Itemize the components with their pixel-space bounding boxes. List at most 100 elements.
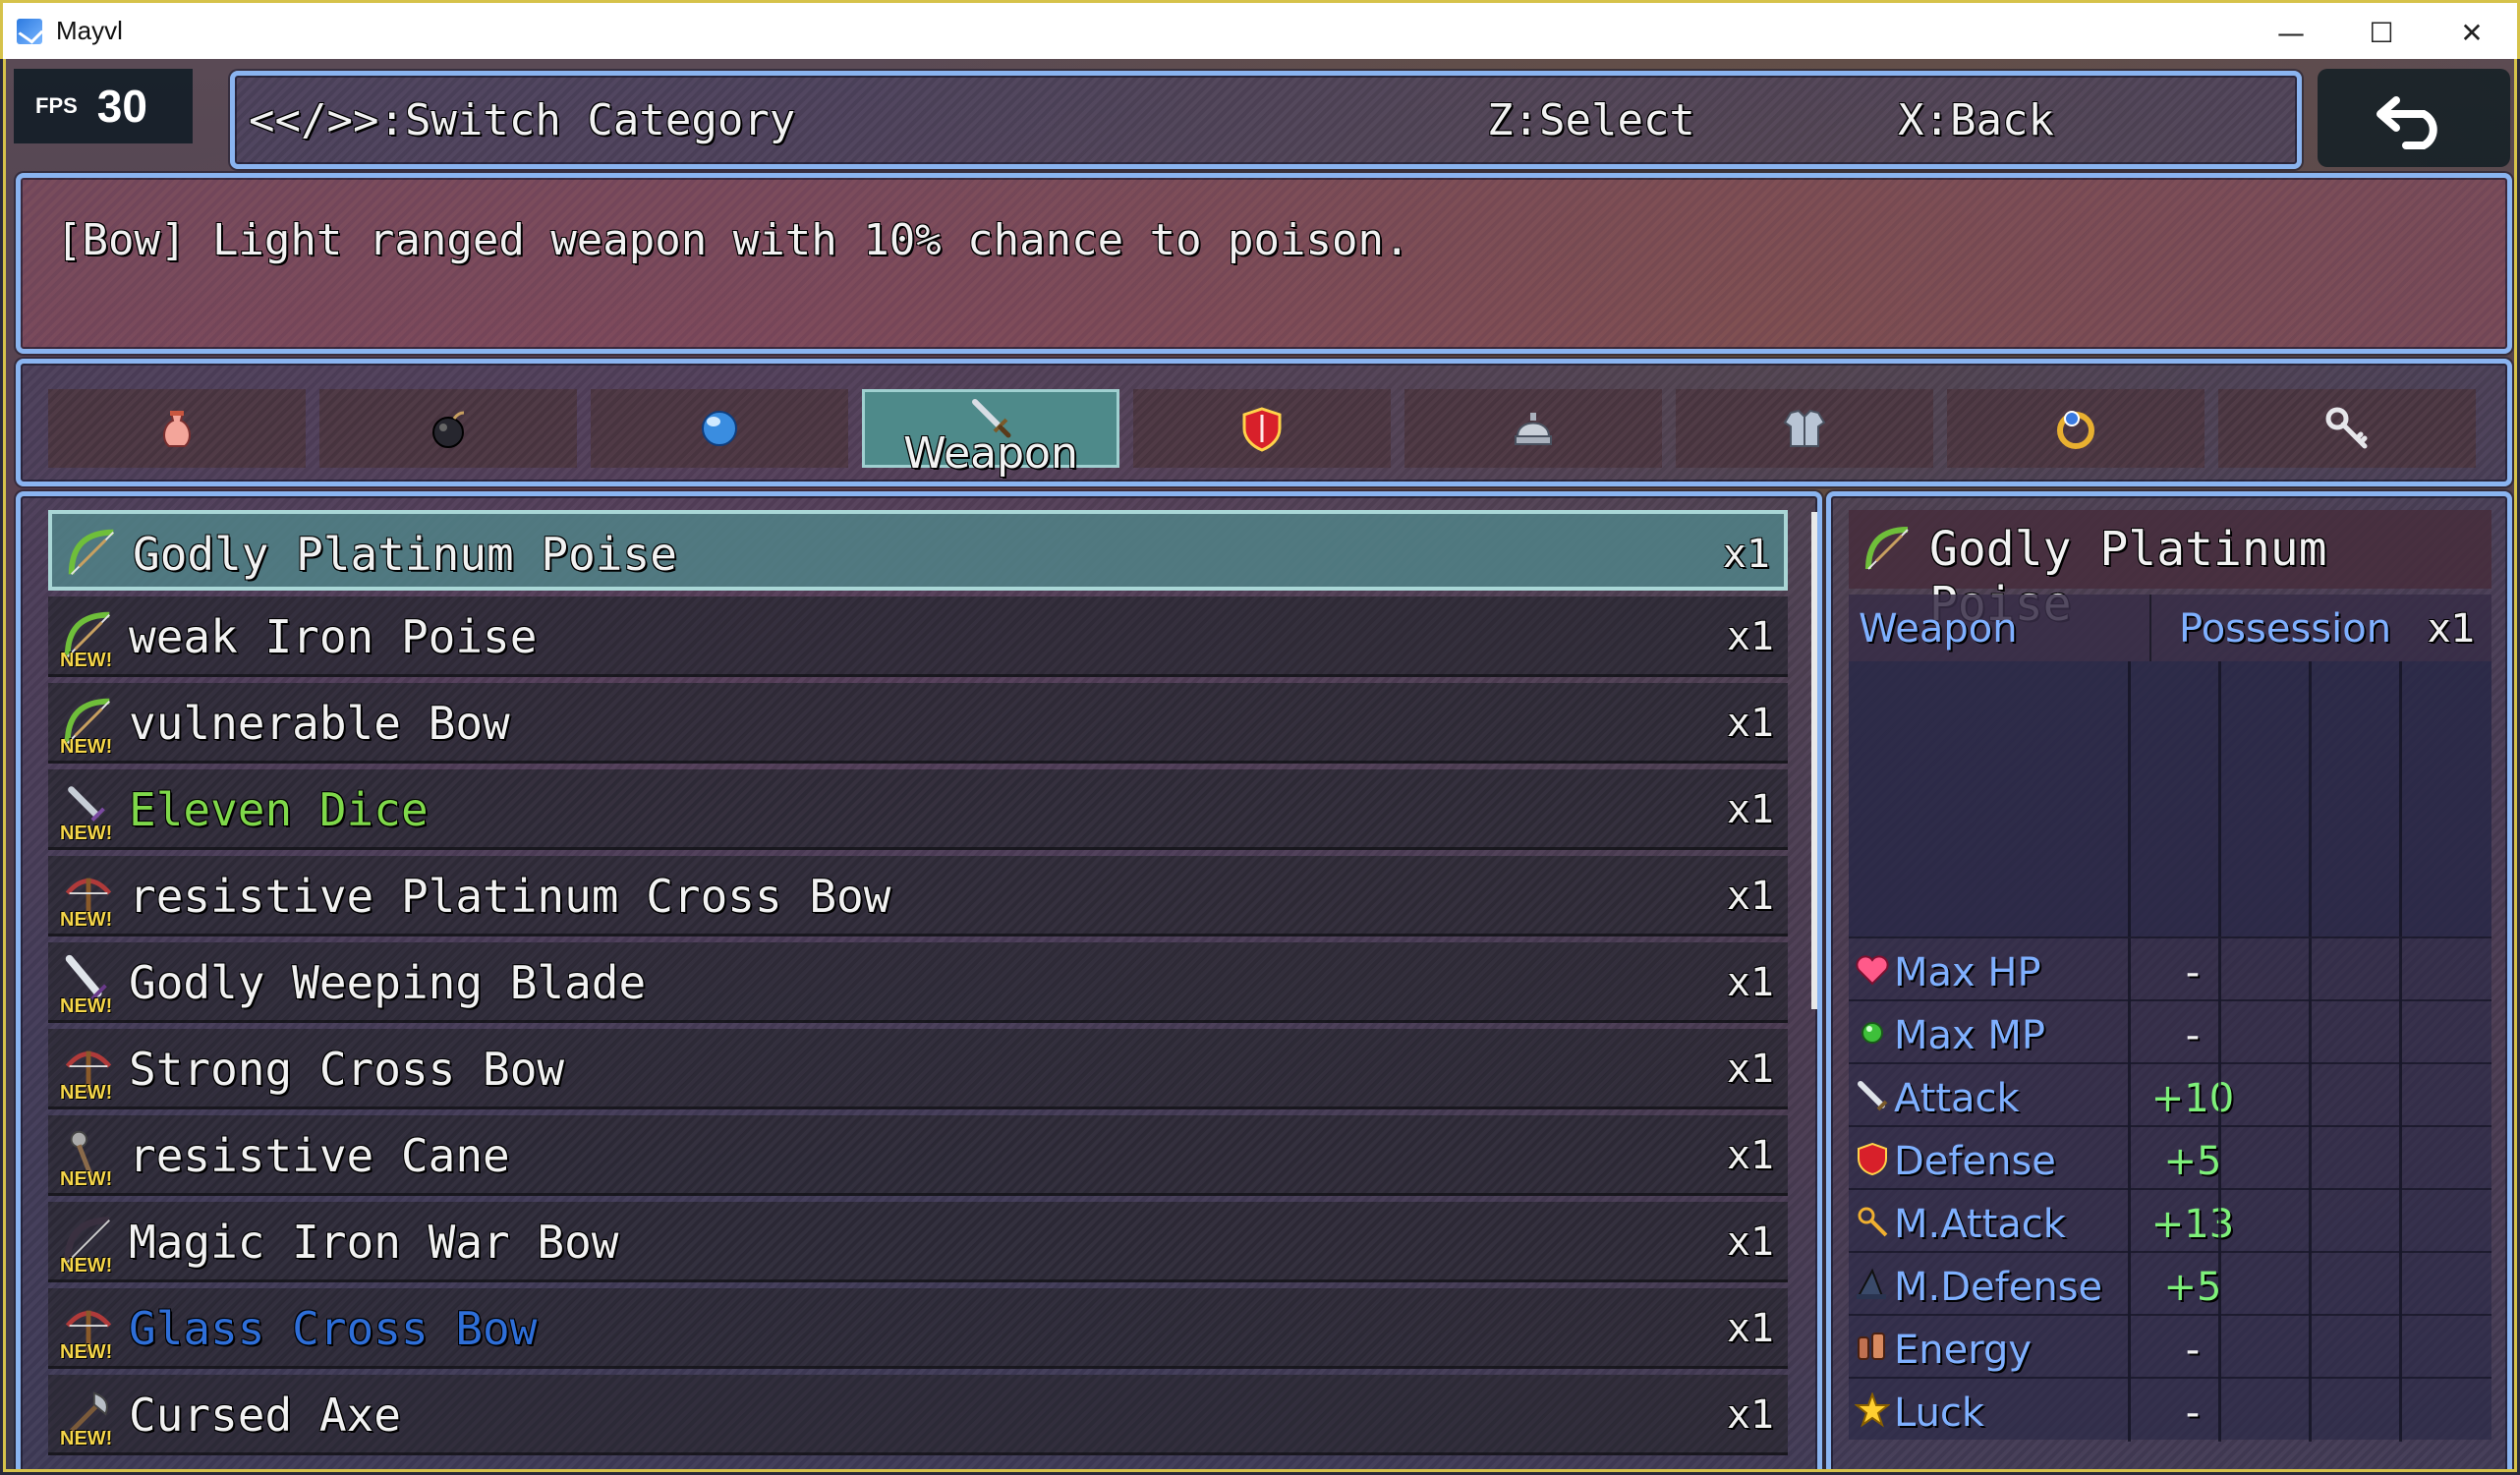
stat-label: Max HP <box>1894 950 2041 995</box>
grid-line <box>2128 938 2131 1001</box>
grid-line <box>2218 1379 2221 1442</box>
new-badge: NEW! <box>60 909 113 931</box>
description-window: [Bow] Light ranged weapon with 10% chanc… <box>16 173 2512 354</box>
item-name: vulnerable Bow <box>129 697 510 750</box>
item-name: Godly Weeping Blade <box>129 956 647 1009</box>
detail-header: Godly Platinum Poise <box>1849 510 2491 632</box>
grid-line <box>2399 1001 2402 1064</box>
grid-line <box>2128 1190 2131 1253</box>
item-quantity: x1 <box>1726 874 1774 919</box>
item-row[interactable]: Godly Platinum Poise x1 <box>48 510 1788 591</box>
minimize-button[interactable]: — <box>2246 3 2336 62</box>
grid-line <box>2218 1064 2221 1127</box>
item-row[interactable]: NEW! Magic Iron War Bow x1 <box>48 1202 1788 1282</box>
stat-label: M.Defense <box>1894 1265 2103 1310</box>
bomb-icon <box>432 411 465 448</box>
back-button[interactable] <box>2318 69 2510 167</box>
item-quantity: x1 <box>1726 1392 1774 1438</box>
grid-line <box>2309 1001 2312 1064</box>
stat-value: - <box>2185 950 2201 995</box>
category-tab-bombs[interactable] <box>319 389 577 468</box>
item-name: Cursed Axe <box>129 1389 401 1442</box>
category-tab-items[interactable] <box>48 389 306 468</box>
stat-row: M.Attack +13 <box>1849 1188 2491 1253</box>
category-tab-weapon[interactable]: Weapon <box>862 389 1119 479</box>
grid-line <box>2128 1253 2131 1316</box>
category-tab-armor[interactable] <box>1676 389 1933 468</box>
item-name: Glass Cross Bow <box>129 1302 538 1355</box>
item-row[interactable]: NEW! Glass Cross Bow x1 <box>48 1288 1788 1369</box>
detail-possession-qty: x1 <box>2427 606 2476 652</box>
window-titlebar: Mayvl — ☐ ✕ <box>0 0 2520 59</box>
item-row[interactable]: NEW! resistive Cane x1 <box>48 1115 1788 1196</box>
category-tab-weapon-label: Weapon <box>903 428 1078 479</box>
category-tab-shields[interactable] <box>1133 389 1391 468</box>
grid-line <box>2309 1190 2312 1253</box>
item-row[interactable]: NEW! Cursed Axe x1 <box>48 1375 1788 1455</box>
stat-value: +10 <box>2150 1076 2235 1121</box>
stat-value: - <box>2185 1390 2201 1436</box>
category-tab-orbs[interactable] <box>591 389 848 468</box>
detail-subheader: Weapon Possession x1 <box>1849 595 2491 661</box>
grid-line <box>2218 938 2221 1001</box>
item-row[interactable]: NEW! Eleven Dice x1 <box>48 769 1788 850</box>
item-quantity: x1 <box>1726 1306 1774 1351</box>
item-row[interactable]: NEW! Strong Cross Bow x1 <box>48 1029 1788 1109</box>
stat-value: - <box>2185 1328 2201 1373</box>
grid-line <box>2128 1316 2131 1379</box>
category-bar: Weapon <box>16 359 2512 486</box>
grid-line <box>2399 1190 2402 1253</box>
key-icon <box>2325 407 2368 449</box>
help-back: X:Back <box>1898 95 2054 145</box>
item-detail-window: Godly Platinum Poise Weapon Possession x… <box>1826 491 2512 1469</box>
maximize-button[interactable]: ☐ <box>2336 3 2427 62</box>
category-tab-key-items[interactable] <box>2218 389 2476 468</box>
stat-row: Max MP - <box>1849 999 2491 1064</box>
stat-value: - <box>2185 1013 2201 1058</box>
bow-icon <box>68 529 114 575</box>
party-compare-grid <box>1849 661 2491 936</box>
category-tab-accessories[interactable] <box>1947 389 2205 468</box>
grid-line <box>2218 661 2221 936</box>
game-canvas[interactable]: FPS 30 <</>>:Switch Category Z:Select X:… <box>3 59 2517 1472</box>
stat-row: Max HP - <box>1849 936 2491 1001</box>
item-quantity: x1 <box>1726 701 1774 746</box>
stat-label: Luck <box>1894 1390 1985 1436</box>
fps-value: 30 <box>96 81 147 132</box>
grid-line <box>2218 1190 2221 1253</box>
defense-icon <box>1858 1142 1887 1176</box>
new-badge: NEW! <box>60 736 113 758</box>
stat-label: Energy <box>1894 1328 2033 1373</box>
grid-line <box>2218 1253 2221 1316</box>
stat-label: Attack <box>1894 1076 2020 1121</box>
item-name: Strong Cross Bow <box>129 1043 565 1096</box>
grid-line <box>2218 1127 2221 1190</box>
item-description: [Bow] Light ranged weapon with 10% chanc… <box>56 215 1410 265</box>
grid-line <box>2128 1127 2131 1190</box>
ring-icon <box>2057 411 2094 449</box>
item-quantity: x1 <box>1726 787 1774 832</box>
item-row[interactable]: NEW! weak Iron Poise x1 <box>48 596 1788 677</box>
grid-line <box>2399 1379 2402 1442</box>
new-badge: NEW! <box>60 1082 113 1104</box>
return-arrow-icon <box>2377 96 2437 149</box>
item-row[interactable]: NEW! Godly Weeping Blade x1 <box>48 942 1788 1023</box>
category-tab-helmets[interactable] <box>1404 389 1662 468</box>
detail-possession-label: Possession <box>2179 606 2392 652</box>
grid-line <box>2399 1064 2402 1127</box>
item-row[interactable]: NEW! vulnerable Bow x1 <box>48 683 1788 764</box>
attack-icon <box>1858 1081 1888 1111</box>
stat-label: Max MP <box>1894 1013 2046 1058</box>
grid-line <box>2128 1379 2131 1442</box>
list-scrollbar[interactable] <box>1811 512 1817 1009</box>
app-icon <box>17 18 42 44</box>
item-row[interactable]: NEW! resistive Platinum Cross Bow x1 <box>48 856 1788 936</box>
grid-line <box>2309 1127 2312 1190</box>
close-button[interactable]: ✕ <box>2427 3 2517 62</box>
grid-line <box>2309 1316 2312 1379</box>
item-name: resistive Platinum Cross Bow <box>129 870 891 923</box>
helmet-icon <box>1515 413 1552 445</box>
new-badge: NEW! <box>60 823 113 844</box>
stat-label: M.Attack <box>1894 1202 2066 1247</box>
energy-icon <box>1858 1333 1885 1360</box>
